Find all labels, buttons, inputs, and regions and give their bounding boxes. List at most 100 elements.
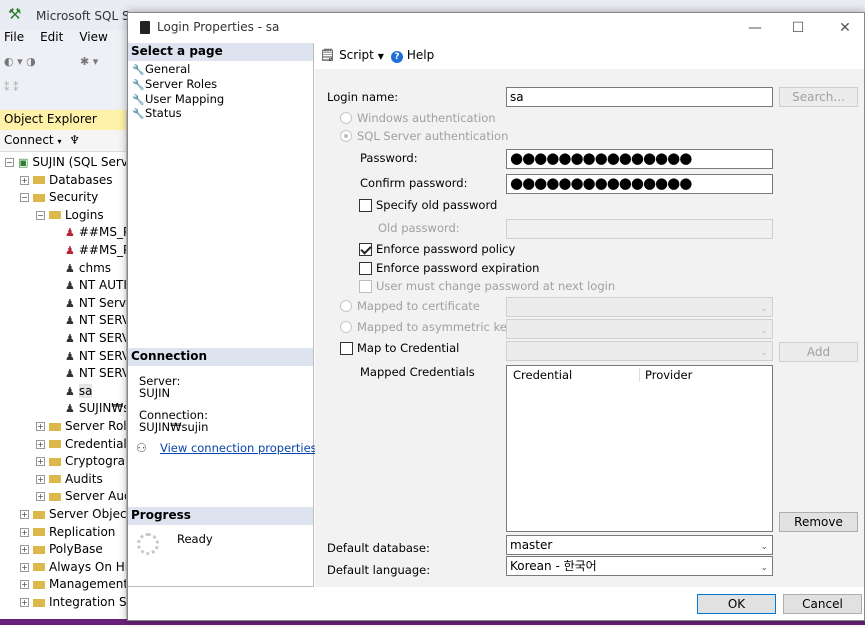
progress-heading: Progress bbox=[128, 507, 313, 525]
collapse-icon[interactable]: − bbox=[36, 210, 45, 220]
certificate-select[interactable]: ⌄ bbox=[506, 297, 773, 317]
expand-icon[interactable]: + bbox=[36, 457, 45, 467]
connect-button[interactable]: Connect bbox=[4, 133, 54, 147]
default-database-select[interactable]: master ⌄ bbox=[506, 535, 773, 555]
folder-icon bbox=[49, 457, 61, 466]
map-to-credential-checkbox[interactable] bbox=[340, 342, 353, 355]
sql-auth-label: SQL Server authentication bbox=[357, 129, 509, 143]
collapse-icon[interactable]: − bbox=[5, 158, 14, 167]
tree-node[interactable]: − Logins bbox=[36, 207, 104, 224]
menu-view[interactable]: View bbox=[79, 30, 107, 44]
filter-icon[interactable]: ♆ bbox=[69, 133, 80, 147]
sql-auth-radio[interactable] bbox=[340, 130, 352, 142]
grid-header-provider[interactable]: Provider bbox=[641, 366, 696, 384]
page-server-roles[interactable]: 🔧Server Roles bbox=[132, 77, 217, 93]
close-button[interactable]: ✕ bbox=[830, 17, 860, 39]
default-language-select[interactable]: Korean - 한국어 ⌄ bbox=[506, 556, 773, 576]
help-button[interactable]: ? Help bbox=[391, 48, 434, 63]
folder-icon bbox=[49, 492, 61, 501]
tree-node[interactable]: ♟ NT Servi bbox=[52, 295, 126, 312]
view-connection-properties-link[interactable]: View connection properties bbox=[160, 441, 317, 455]
tree-node[interactable]: + Server Objects bbox=[20, 506, 126, 523]
expand-icon[interactable]: + bbox=[20, 580, 29, 590]
folder-icon bbox=[33, 510, 45, 519]
expand-icon[interactable]: + bbox=[20, 598, 29, 607]
login-name-input[interactable]: sa bbox=[506, 87, 773, 107]
grid-column-divider[interactable] bbox=[639, 368, 640, 382]
mapped-credentials-grid[interactable]: Credential Provider bbox=[506, 365, 773, 532]
expand-icon[interactable]: + bbox=[36, 439, 45, 449]
tree-node-label: chms bbox=[78, 260, 112, 275]
enforce-password-policy-label: Enforce password policy bbox=[376, 242, 516, 256]
expand-icon[interactable]: + bbox=[20, 175, 29, 185]
page-status[interactable]: 🔧Status bbox=[132, 106, 182, 122]
default-language-label: Default language: bbox=[327, 563, 431, 577]
search-button[interactable]: Search... bbox=[779, 87, 858, 107]
tree-node-label: Replication bbox=[49, 524, 116, 539]
page-general[interactable]: 🔧General bbox=[132, 62, 190, 78]
connect-dropdown-icon[interactable]: ▾ bbox=[57, 137, 61, 146]
add-credential-button[interactable]: Add bbox=[779, 342, 858, 362]
old-password-input[interactable] bbox=[506, 219, 773, 239]
tree-node[interactable]: + Server Aud bbox=[36, 488, 126, 505]
tree-node[interactable]: + Management bbox=[20, 576, 126, 593]
menu-edit[interactable]: Edit bbox=[40, 30, 63, 44]
new-item-icon[interactable]: ✱ ▾ bbox=[80, 55, 98, 68]
tree-node[interactable]: ♟ NT SERV bbox=[52, 348, 126, 365]
tree-node[interactable]: ♟ ##MS_P bbox=[52, 242, 126, 259]
mapped-credentials-label: Mapped Credentials bbox=[360, 365, 475, 379]
ok-button[interactable]: OK bbox=[697, 594, 776, 614]
collapse-icon[interactable]: − bbox=[20, 193, 29, 203]
expand-icon[interactable]: + bbox=[20, 545, 29, 555]
login-icon: ♟ bbox=[65, 279, 75, 293]
enforce-password-policy-checkbox[interactable] bbox=[359, 243, 372, 256]
credential-select[interactable]: ⌄ bbox=[506, 341, 773, 361]
toolbar-row2-icon[interactable]: ⁑ ⁑ bbox=[4, 81, 19, 94]
maximize-button[interactable]: ☐ bbox=[783, 17, 813, 39]
tree-node[interactable]: + Audits bbox=[36, 471, 103, 488]
expand-icon[interactable]: + bbox=[20, 562, 29, 572]
tree-node[interactable]: ♟ SUJIN₩s bbox=[52, 400, 126, 417]
remove-credential-button[interactable]: Remove bbox=[779, 512, 858, 532]
tree-node[interactable]: + Integration Se bbox=[20, 594, 126, 611]
expand-icon[interactable]: + bbox=[20, 510, 29, 519]
enforce-password-expiration-checkbox[interactable] bbox=[359, 262, 372, 275]
asymmetric-key-select[interactable]: ⌄ bbox=[506, 319, 773, 339]
tree-node[interactable]: + Databases bbox=[20, 172, 113, 189]
specify-old-password-checkbox[interactable] bbox=[359, 199, 372, 212]
tree-node[interactable]: − Security bbox=[20, 189, 98, 206]
expand-icon[interactable]: + bbox=[20, 527, 29, 537]
mapped-asymmetric-key-radio[interactable] bbox=[340, 321, 352, 333]
login-icon: ♟ bbox=[65, 367, 75, 381]
menu-file[interactable]: File bbox=[4, 30, 24, 44]
mapped-certificate-radio[interactable] bbox=[340, 300, 352, 312]
tree-node[interactable]: + PolyBase bbox=[20, 541, 103, 558]
tree-node[interactable]: ♟ NT SERV bbox=[52, 330, 126, 347]
grid-header-credential[interactable]: Credential bbox=[509, 366, 576, 384]
minimize-button[interactable]: — bbox=[740, 17, 770, 39]
tree-node[interactable]: ♟ NT SERV bbox=[52, 312, 126, 329]
expand-icon[interactable]: + bbox=[36, 422, 45, 431]
tree-node[interactable]: ♟ ##MS_P bbox=[52, 224, 126, 241]
old-password-label: Old password: bbox=[378, 221, 460, 235]
must-change-password-checkbox[interactable] bbox=[359, 280, 372, 293]
tree-node-label: Databases bbox=[49, 172, 113, 187]
password-input[interactable]: ●●●●●●●●●●●●●●● bbox=[506, 149, 773, 169]
tree-node[interactable]: + Server Role bbox=[36, 418, 126, 435]
tree-node[interactable]: ♟ NT AUTI bbox=[52, 277, 126, 294]
tree-node[interactable]: + Credentials bbox=[36, 436, 126, 453]
tree-node[interactable]: + Cryptograp bbox=[36, 453, 126, 470]
tree-node[interactable]: ♟ chms bbox=[52, 260, 111, 277]
cancel-button[interactable]: Cancel bbox=[783, 594, 862, 614]
back-forward-icon[interactable]: ◐ ▾ ◑ bbox=[4, 55, 36, 68]
tree-node[interactable]: ♟ sa bbox=[52, 383, 93, 400]
tree-node[interactable]: + Always On Hi bbox=[20, 559, 126, 576]
confirm-password-input[interactable]: ●●●●●●●●●●●●●●● bbox=[506, 174, 773, 194]
script-button[interactable]: 🗒 Script ▼ bbox=[320, 48, 384, 62]
tree-node[interactable]: ♟ NT SERV bbox=[52, 365, 126, 382]
tree-node-server[interactable]: − ▣ SUJIN (SQL Serve bbox=[5, 154, 126, 171]
tree-node[interactable]: + Replication bbox=[20, 524, 115, 541]
windows-auth-radio[interactable] bbox=[340, 112, 352, 124]
expand-icon[interactable]: + bbox=[36, 474, 45, 484]
expand-icon[interactable]: + bbox=[36, 492, 45, 502]
